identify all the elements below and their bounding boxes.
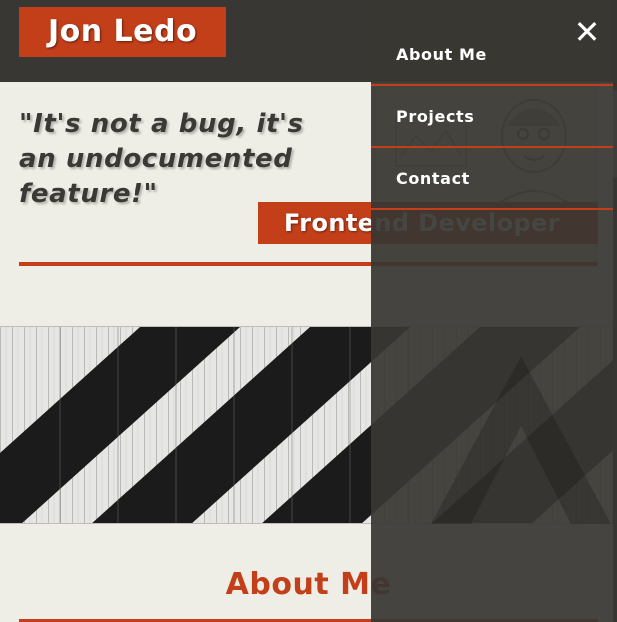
hero-quote: "It's not a bug, it's an undocumented fe… — [19, 109, 304, 209]
nav-item-contact[interactable]: Contact — [371, 148, 613, 210]
nav-drawer: ✕ About Me Projects Contact — [371, 0, 617, 622]
nav-item-projects[interactable]: Projects — [371, 86, 613, 148]
nav-item-about[interactable]: About Me — [371, 24, 613, 86]
chevron-watermark-icon — [371, 326, 617, 524]
drawer-menu: About Me Projects Contact — [371, 24, 613, 210]
site-logo[interactable]: Jon Ledo — [19, 7, 226, 57]
